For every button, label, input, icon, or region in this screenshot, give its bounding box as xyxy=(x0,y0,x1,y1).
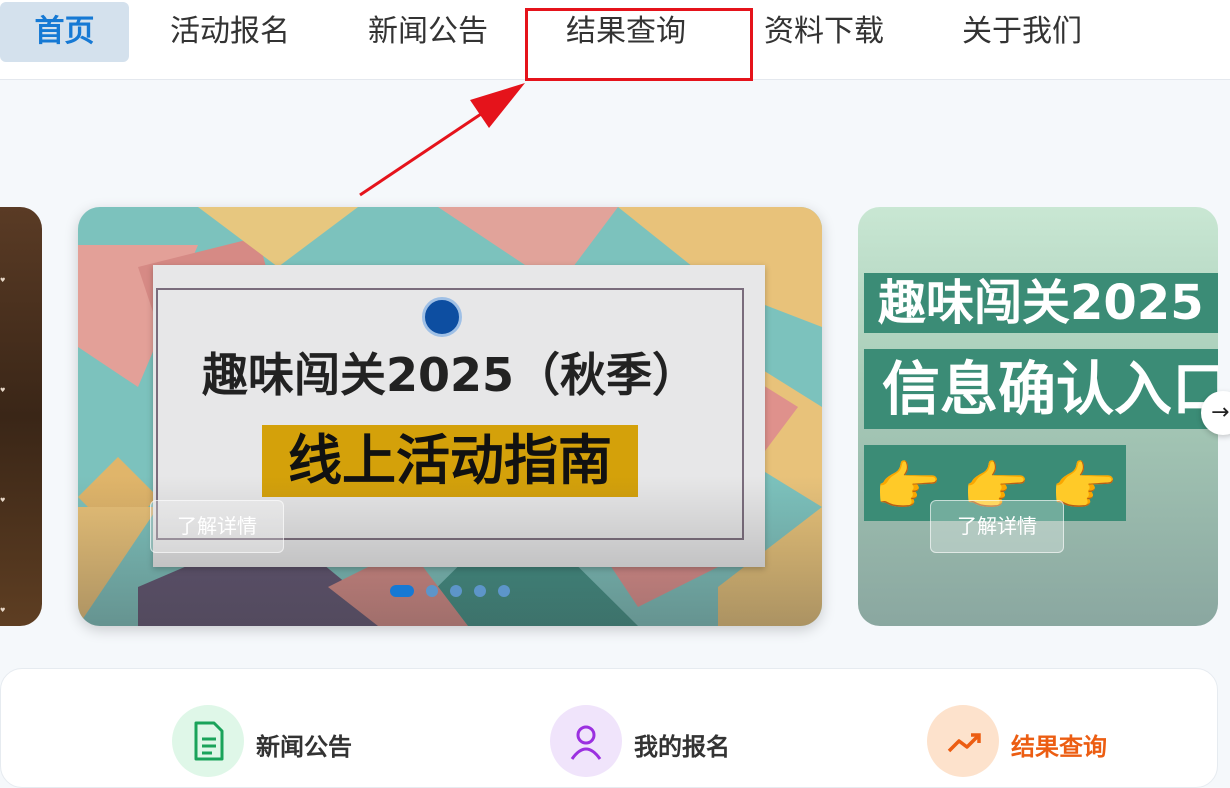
quick-links-panel: 新闻公告 我的报名 结果查询 xyxy=(0,668,1218,788)
user-icon xyxy=(550,705,622,777)
slide-title: 趣味闯关2025（秋季） xyxy=(201,348,699,402)
carousel-dot[interactable] xyxy=(390,585,414,597)
learn-more-button[interactable]: 了解详情 xyxy=(150,500,284,553)
nav-item-about[interactable]: 关于我们 xyxy=(952,2,1092,62)
carousel-dot[interactable] xyxy=(426,585,438,597)
highlight-box xyxy=(525,8,753,81)
quick-link-label: 结果查询 xyxy=(1011,733,1107,761)
carousel-dot[interactable] xyxy=(450,585,462,597)
next-slide-title: 趣味闯关2025 xyxy=(864,273,1218,333)
carousel-slide-active[interactable]: 趣味闯关2025（秋季） 线上活动指南 了解详情 xyxy=(78,207,822,626)
nav-item-news[interactable]: 新闻公告 xyxy=(358,2,498,62)
school-logo-icon xyxy=(422,297,462,337)
next-slide-subtitle: 信息确认入口 xyxy=(864,349,1218,429)
pointer-arrow xyxy=(359,83,525,197)
quick-link-label: 我的报名 xyxy=(634,733,730,761)
document-icon xyxy=(172,705,244,777)
carousel-dot[interactable] xyxy=(474,585,486,597)
banner-carousel: ♥ ♥ ♥ ♥ 趣味闯关2025（秋季） 线上活动指南 了解详情 趣味闯关202… xyxy=(0,205,1230,630)
carousel-dot[interactable] xyxy=(498,585,510,597)
quick-link-label: 新闻公告 xyxy=(256,733,352,761)
carousel-slide-next[interactable]: 趣味闯关2025 信息确认入口 👉 👉 👉 了解详情 xyxy=(858,207,1218,626)
learn-more-button[interactable]: 了解详情 xyxy=(930,500,1064,553)
nav-item-downloads[interactable]: 资料下载 xyxy=(754,2,894,62)
nav-item-registration[interactable]: 活动报名 xyxy=(160,2,300,62)
trending-up-icon xyxy=(927,705,999,777)
nav-item-home[interactable]: 首页 xyxy=(0,2,129,62)
carousel-slide-prev[interactable]: ♥ ♥ ♥ ♥ xyxy=(0,207,42,626)
